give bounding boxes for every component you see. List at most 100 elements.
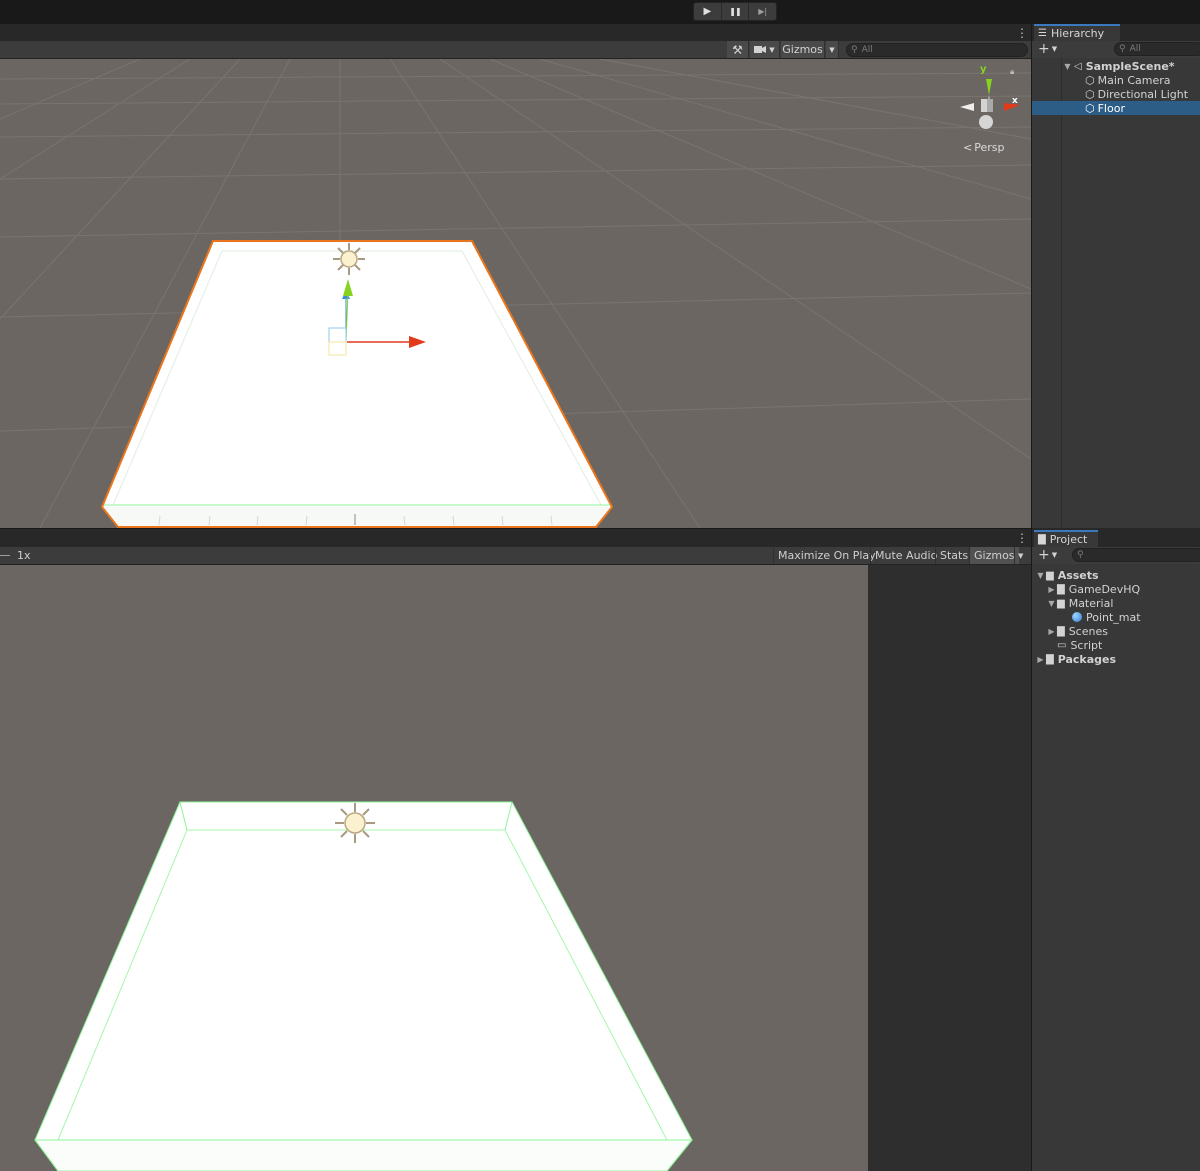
project-search-input[interactable]: ⚲ [1072, 548, 1200, 562]
folder-icon: ▇ [1046, 653, 1054, 665]
projection-toggle[interactable]: < Persp [963, 141, 1004, 154]
expand-arrow-icon[interactable]: ▼ [1046, 599, 1057, 608]
game-tab-bar: ⋮ [0, 528, 1031, 547]
chevron-down-icon: ▼ [1051, 45, 1058, 53]
game-gizmos-label: Gizmos [974, 549, 1015, 562]
search-icon: ⚲ [851, 45, 858, 55]
axis-y-label: y [980, 64, 987, 75]
folder-label: Assets [1057, 568, 1099, 582]
game-gizmos-button[interactable]: Gizmos [969, 547, 1019, 564]
gizmos-dropdown-button[interactable]: ▼ [826, 41, 839, 58]
scene-panel-menu-icon[interactable]: ⋮ [1016, 27, 1028, 39]
game-viewport[interactable] [0, 565, 868, 1171]
project-asset-point-mat[interactable]: Point_mat [1032, 610, 1200, 624]
chevron-down-icon: ▼ [1018, 551, 1024, 560]
stats-label: Stats [940, 549, 969, 562]
hierarchy-gutter [1061, 58, 1062, 528]
hierarchy-item-directional-light[interactable]: ⬡ Directional Light [1032, 87, 1200, 101]
empty-folder-icon: ▭ [1057, 639, 1067, 651]
expand-arrow-icon[interactable]: ▼ [1062, 62, 1073, 71]
gizmos-label: Gizmos [782, 43, 823, 56]
stats-button[interactable]: Stats [935, 547, 972, 564]
folder-icon: ▇ [1057, 625, 1065, 637]
project-folder-scenes[interactable]: ▶ ▇ Scenes [1032, 624, 1200, 638]
lock-icon[interactable]: 🔒︎ [1010, 67, 1014, 77]
game-letterbox [868, 565, 1031, 1171]
hierarchy-item-floor[interactable]: ⬡ Floor [1032, 101, 1200, 115]
expand-arrow-icon[interactable]: ▼ [1035, 571, 1046, 580]
hierarchy-add-button[interactable]: + ▼ [1038, 41, 1057, 57]
pause-icon: ❚❚ [729, 7, 741, 16]
hierarchy-item-label: Main Camera [1097, 73, 1171, 87]
maximize-on-play-button[interactable]: Maximize On Play [773, 547, 880, 564]
hierarchy-item-label: Directional Light [1097, 87, 1189, 101]
scene-viewport[interactable]: y x 🔒︎ < Persp [0, 59, 1031, 528]
game-gizmos-dropdown[interactable]: ▼ [1014, 547, 1026, 564]
search-icon: ⚲ [1119, 44, 1126, 54]
folder-label: Packages [1057, 652, 1117, 666]
scale-label: 1x [17, 549, 31, 562]
camera-settings-button[interactable]: ▼ [750, 41, 780, 58]
folder-label: Script [1070, 638, 1103, 652]
project-folder-gamedevhq[interactable]: ▶ ▇ GameDevHQ [1032, 582, 1200, 596]
folder-label: Material [1068, 596, 1114, 610]
project-add-button[interactable]: + ▼ [1038, 547, 1057, 563]
project-folder-script[interactable]: ▭ Script [1032, 638, 1200, 652]
project-folder-packages[interactable]: ▶ ▇ Packages [1032, 652, 1200, 666]
scale-slider-track[interactable] [0, 555, 10, 556]
scene-orientation-gizmo[interactable]: y x 🔒︎ [958, 64, 1022, 133]
folder-open-icon: ▆ [1057, 597, 1065, 609]
hierarchy-item-main-camera[interactable]: ⬡ Main Camera [1032, 73, 1200, 87]
material-sphere-icon [1072, 612, 1082, 622]
play-controls: ▶ ❚❚ ▶| [693, 2, 777, 21]
hierarchy-search-input[interactable]: ⚲ All [1114, 42, 1200, 56]
hierarchy-item-label: Floor [1097, 101, 1125, 115]
project-tab[interactable]: ▇ Project [1034, 530, 1098, 547]
game-toolbar: 1x Maximize On Play Mute Audio Stats Giz… [0, 547, 1031, 565]
gizmos-button[interactable]: Gizmos [781, 41, 825, 58]
floor-front-face [34, 1139, 694, 1171]
folder-open-icon: ▆ [1046, 569, 1054, 581]
floor-side-face [102, 507, 612, 527]
unity-scene-icon: ◁ [1074, 60, 1082, 72]
hierarchy-panel [1031, 58, 1200, 528]
plus-icon: + [1038, 547, 1050, 563]
camera-icon [754, 46, 767, 53]
collapse-arrow-icon[interactable]: ▶ [1046, 627, 1057, 636]
chevron-down-icon: ▼ [769, 45, 775, 54]
scene-tab-bar: ⋮ [0, 24, 1031, 41]
search-icon: ⚲ [1077, 550, 1084, 560]
maximize-on-play-label: Maximize On Play [778, 549, 876, 562]
hierarchy-toolbar: + ▼ ⚲ All [1031, 41, 1200, 58]
gameobject-cube-icon: ⬡ [1085, 73, 1095, 87]
gameobject-cube-icon: ⬡ [1085, 87, 1095, 101]
collapse-arrow-icon[interactable]: ▶ [1035, 655, 1046, 664]
asset-label: Point_mat [1086, 610, 1141, 624]
game-panel-menu-icon[interactable]: ⋮ [1016, 532, 1028, 544]
pause-button[interactable]: ❚❚ [722, 3, 750, 20]
plus-icon: + [1038, 41, 1050, 57]
scene-search-input[interactable]: ⚲ All [846, 43, 1028, 57]
hierarchy-tab-label: Hierarchy [1050, 27, 1105, 40]
axis-x-label: x [1012, 96, 1018, 106]
project-toolbar: + ▼ ⚲ [1031, 547, 1200, 564]
project-folder-assets[interactable]: ▼ ▆ Assets [1032, 568, 1200, 582]
hierarchy-scene-row[interactable]: ▼ ◁ SampleScene* [1032, 59, 1200, 73]
play-button[interactable]: ▶ [694, 3, 722, 20]
chevron-down-icon: ▼ [829, 45, 835, 54]
project-folder-material[interactable]: ▼ ▆ Material [1032, 596, 1200, 610]
hierarchy-tab[interactable]: ☰ Hierarchy [1034, 24, 1120, 41]
collapse-arrow-icon[interactable]: ▶ [1046, 585, 1057, 594]
scene-toolbar: ⚒ ▼ Gizmos ▼ ⚲ All [0, 41, 1031, 59]
floor-mesh-selected [102, 241, 612, 507]
mute-audio-label: Mute Audio [875, 549, 938, 562]
projection-label: Persp [974, 141, 1005, 154]
project-tab-label: Project [1049, 533, 1088, 546]
scene-search-placeholder: All [861, 45, 873, 55]
perspective-icon: < [963, 141, 973, 154]
mute-audio-button[interactable]: Mute Audio [870, 547, 941, 564]
tools-toggle-button[interactable]: ⚒ [727, 41, 749, 58]
folder-icon: ▇ [1057, 583, 1065, 595]
floor-mesh [34, 801, 693, 1141]
step-button[interactable]: ▶| [749, 3, 776, 20]
